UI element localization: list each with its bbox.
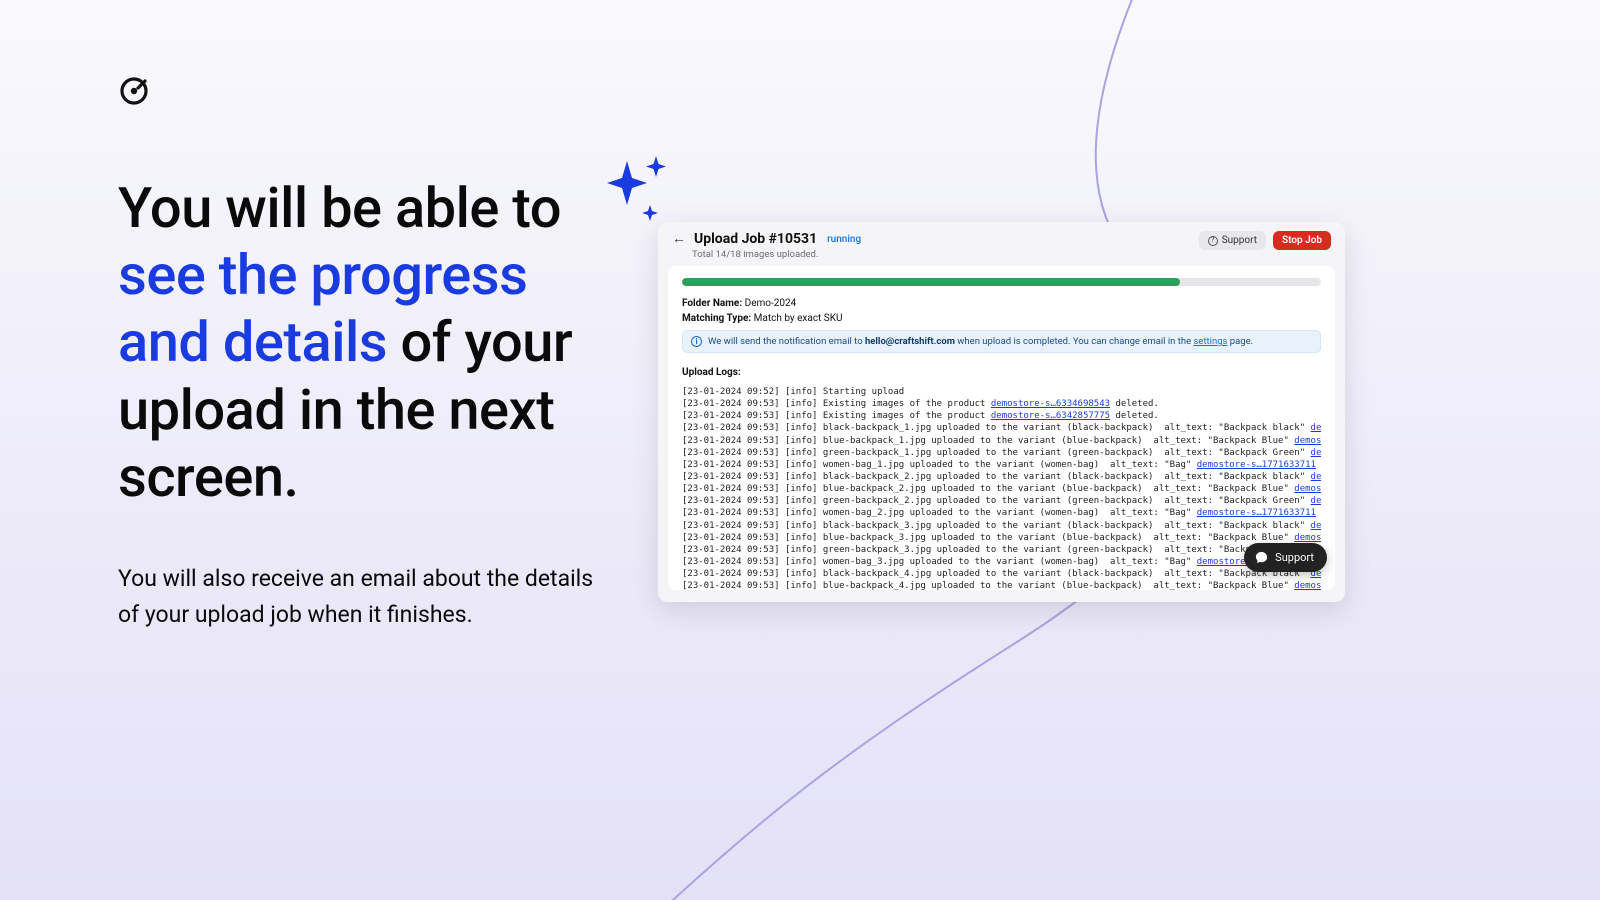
log-line: [23-01-2024 09:53] [info] black-backpack… — [682, 520, 1321, 532]
email-notice: i We will send the notification email to… — [682, 330, 1321, 353]
progress-bar — [682, 278, 1321, 286]
log-line: [23-01-2024 09:53] [info] Existing image… — [682, 410, 1321, 422]
job-title: Upload Job #10531 — [694, 231, 817, 247]
log-line: [23-01-2024 09:52] [info] Starting uploa… — [682, 386, 1321, 398]
page-subtext: You will also receive an email about the… — [118, 561, 598, 632]
log-line: [23-01-2024 09:53] [info] black-backpack… — [682, 568, 1321, 580]
log-link[interactable]: demostore-s…17579039 — [1311, 423, 1321, 433]
log-link[interactable]: demostore-s…1771633711 — [1197, 460, 1316, 470]
log-line: [23-01-2024 09:53] [info] black-backpack… — [682, 471, 1321, 483]
floating-support-button[interactable]: Support — [1244, 543, 1327, 572]
log-line: [23-01-2024 09:53] [info] women-bag_1.jp… — [682, 459, 1321, 471]
log-link[interactable]: demostore-s…1757871151 — [1294, 581, 1321, 590]
matching-meta: Matching Type: Match by exact SKU — [682, 313, 1321, 324]
brand-logo — [118, 75, 150, 111]
log-link[interactable]: demostore-s…1757871151 — [1294, 436, 1321, 446]
log-line: [23-01-2024 09:53] [info] blue-backpack_… — [682, 483, 1321, 495]
log-line: [23-01-2024 09:53] [info] green-backpack… — [682, 544, 1321, 556]
log-link[interactable]: demostore-s…6342857775 — [991, 411, 1110, 421]
status-badge: running — [827, 234, 861, 245]
upload-job-panel: ← Upload Job #10531 running Total 14/18 … — [658, 222, 1345, 602]
back-arrow-icon[interactable]: ← — [672, 232, 686, 246]
chat-icon — [1254, 550, 1269, 565]
log-line: [23-01-2024 09:53] [info] blue-backpack_… — [682, 532, 1321, 544]
log-link[interactable]: demostore-s…17578383 — [1311, 448, 1321, 458]
log-link[interactable]: demostore-s…17579039 — [1311, 521, 1321, 531]
folder-meta: Folder Name: Demo-2024 — [682, 298, 1321, 309]
progress-fill — [682, 278, 1180, 286]
log-line: [23-01-2024 09:53] [info] Existing image… — [682, 398, 1321, 410]
log-line: [23-01-2024 09:53] [info] green-backpack… — [682, 495, 1321, 507]
log-link[interactable]: demostore-s…1771633711 — [1197, 508, 1316, 518]
log-link[interactable]: demostore-s…6334698543 — [991, 399, 1110, 409]
logs-heading: Upload Logs: — [682, 367, 1321, 378]
page-headline: You will be able to see the progress and… — [118, 175, 598, 511]
log-line: [23-01-2024 09:53] [info] women-bag_2.jp… — [682, 507, 1321, 519]
log-link[interactable]: demostore-s…17579039 — [1311, 472, 1321, 482]
log-line: [23-01-2024 09:53] [info] green-backpack… — [682, 447, 1321, 459]
log-link[interactable]: demostore-s…17578383 — [1311, 496, 1321, 506]
panel-header: ← Upload Job #10531 running Total 14/18 … — [658, 222, 1345, 266]
job-subtitle: Total 14/18 images uploaded. — [692, 249, 861, 260]
log-line: [23-01-2024 09:53] [info] black-backpack… — [682, 422, 1321, 434]
info-icon: i — [691, 336, 702, 347]
logs-output: [23-01-2024 09:52] [info] Starting uploa… — [682, 386, 1321, 590]
log-line: [23-01-2024 09:53] [info] women-bag_3.jp… — [682, 556, 1321, 568]
stop-job-button[interactable]: Stop Job — [1273, 231, 1331, 250]
help-icon: ? — [1208, 236, 1218, 246]
log-line: [23-01-2024 09:53] [info] blue-backpack_… — [682, 435, 1321, 447]
log-line: [23-01-2024 09:53] [info] blue-backpack_… — [682, 580, 1321, 590]
log-link[interactable]: demostore-s…1757871151 — [1294, 484, 1321, 494]
support-button[interactable]: ? Support — [1199, 231, 1266, 250]
panel-body: Folder Name: Demo-2024 Matching Type: Ma… — [668, 266, 1335, 590]
log-link[interactable]: demostore-s…1757871151 — [1294, 533, 1321, 543]
settings-link[interactable]: settings — [1194, 336, 1228, 347]
